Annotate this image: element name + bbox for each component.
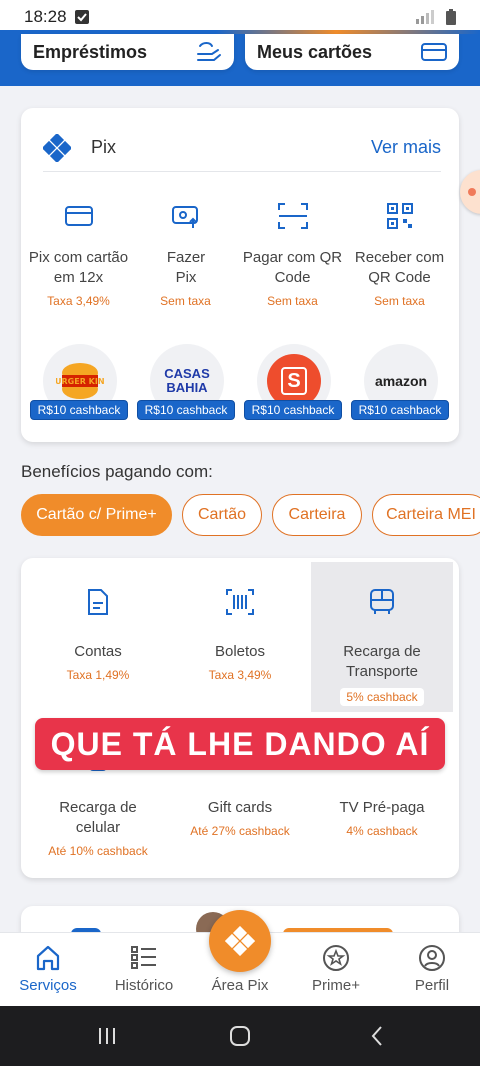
cashback-badge: R$10 cashback [137, 400, 235, 420]
battery-icon [446, 9, 456, 25]
nav-label: Serviços [19, 977, 77, 994]
service-label: Recarga de celular [59, 799, 137, 836]
send-pix-action[interactable]: Fazer Pix Sem taxa [132, 196, 239, 308]
service-fee: Até 10% cashback [48, 844, 148, 858]
action-fee: Sem taxa [374, 294, 425, 308]
chip-card-prime[interactable]: Cartão c/ Prime+ [21, 494, 172, 536]
credit-card-icon [64, 206, 93, 226]
notification-check-icon [74, 10, 89, 24]
nav-history[interactable]: Histórico [96, 941, 192, 994]
action-fee: Sem taxa [160, 294, 211, 308]
service-fee: Taxa 3,49% [208, 668, 272, 682]
barcode-icon [226, 589, 254, 615]
nav-label: Perfil [414, 977, 450, 994]
bus-icon [370, 589, 394, 614]
pix-card: Pix Ver mais Pix com cartão em 12x Taxa … [21, 108, 459, 442]
pix-header: Pix Ver mais [43, 124, 441, 172]
action-label: Pix com cartão em 12x [28, 249, 129, 286]
floating-side-tab[interactable] [460, 170, 480, 214]
pix-area-button[interactable] [209, 910, 271, 972]
pix-card-installment-action[interactable]: Pix com cartão em 12x Taxa 3,49% [25, 196, 132, 308]
status-time: 18:28 [24, 7, 67, 26]
card-icon [421, 43, 447, 61]
back-button[interactable] [362, 1022, 392, 1050]
service-label: Gift cards [207, 799, 273, 816]
loans-label: Empréstimos [33, 41, 148, 62]
casas-bahia-text: CASAS BAHIA [164, 366, 210, 395]
android-nav-bar [0, 1006, 480, 1066]
bill-icon [88, 589, 108, 615]
pix-icon [225, 926, 255, 956]
partner-amazon[interactable]: amazon R$10 cashback [351, 344, 449, 424]
home-icon [36, 945, 60, 971]
see-more-link[interactable]: Ver mais [371, 137, 441, 158]
benefits-title: Benefícios pagando com: [21, 462, 213, 481]
loans-card[interactable]: Empréstimos [21, 34, 234, 70]
service-fee: Taxa 1,49% [66, 668, 130, 682]
shopee-bag-icon: S [281, 367, 307, 395]
service-label: Contas [74, 643, 122, 660]
my-cards-card[interactable]: Meus cartões [245, 34, 459, 70]
list-icon [131, 946, 156, 969]
nav-label: Área Pix [211, 977, 269, 994]
overlay-caption: QUE TÁ LHE DANDO AÍ [35, 718, 445, 770]
burger-king-text: BURGER KING [56, 377, 104, 386]
action-fee: Sem taxa [267, 294, 318, 308]
action-fee: Taxa 3,49% [47, 294, 110, 308]
service-transport-topup[interactable]: Recarga de Transporte 5% cashback [312, 582, 452, 706]
partner-casas-bahia[interactable]: CASAS BAHIA R$10 cashback [137, 344, 235, 424]
cashback-badge: R$10 cashback [30, 400, 128, 420]
receive-qr-action[interactable]: Receber com QR Code Sem taxa [346, 196, 453, 308]
amazon-text: amazon [374, 373, 428, 389]
service-fee: 4% cashback [346, 824, 418, 838]
service-boletos[interactable]: Boletos Taxa 3,49% [170, 582, 310, 682]
my-cards-label: Meus cartões [257, 41, 373, 62]
service-fee: Até 27% cashback [190, 824, 290, 838]
send-pix-icon [171, 206, 198, 228]
service-fee: 5% cashback [340, 688, 424, 706]
qr-code-icon [386, 203, 413, 229]
nav-prime[interactable]: Prime+ [288, 941, 384, 994]
partner-burger-king[interactable]: BURGER KING R$10 cashback [30, 344, 128, 424]
status-bar: 18:28 [0, 0, 480, 34]
nav-label: Prime+ [312, 977, 360, 994]
pix-title: Pix [91, 137, 117, 157]
service-label: TV Pré-paga [339, 799, 425, 816]
home-button[interactable] [225, 1022, 255, 1050]
home-circle-icon [230, 1026, 250, 1046]
action-label: Receber com QR Code [354, 249, 445, 286]
chip-wallet-mei[interactable]: Carteira MEI [372, 494, 480, 536]
signal-icon [416, 10, 434, 24]
action-label: Pagar com QR Code [242, 249, 343, 286]
user-icon [419, 945, 445, 971]
service-label: Boletos [214, 643, 266, 660]
recent-apps-icon [99, 1028, 115, 1044]
chip-wallet[interactable]: Carteira [272, 494, 362, 536]
cashback-badge: R$10 cashback [351, 400, 449, 420]
pix-logo-icon [43, 133, 71, 162]
chip-card[interactable]: Cartão [182, 494, 262, 536]
service-label: Recarga de Transporte [343, 643, 421, 680]
star-icon [323, 945, 349, 971]
loans-icon [197, 42, 221, 61]
nav-label: Histórico [114, 977, 174, 994]
qr-scan-icon [277, 203, 308, 229]
nav-services[interactable]: Serviços [0, 941, 96, 994]
recent-apps-button[interactable] [92, 1022, 122, 1050]
action-label: Fazer Pix [166, 249, 206, 286]
partner-shopee[interactable]: S R$10 cashback [244, 344, 342, 424]
back-chevron-icon [371, 1026, 382, 1046]
nav-profile[interactable]: Perfil [384, 941, 480, 994]
cashback-badge: R$10 cashback [244, 400, 342, 420]
service-bills[interactable]: Contas Taxa 1,49% [28, 582, 168, 682]
pay-qr-action[interactable]: Pagar com QR Code Sem taxa [239, 196, 346, 308]
